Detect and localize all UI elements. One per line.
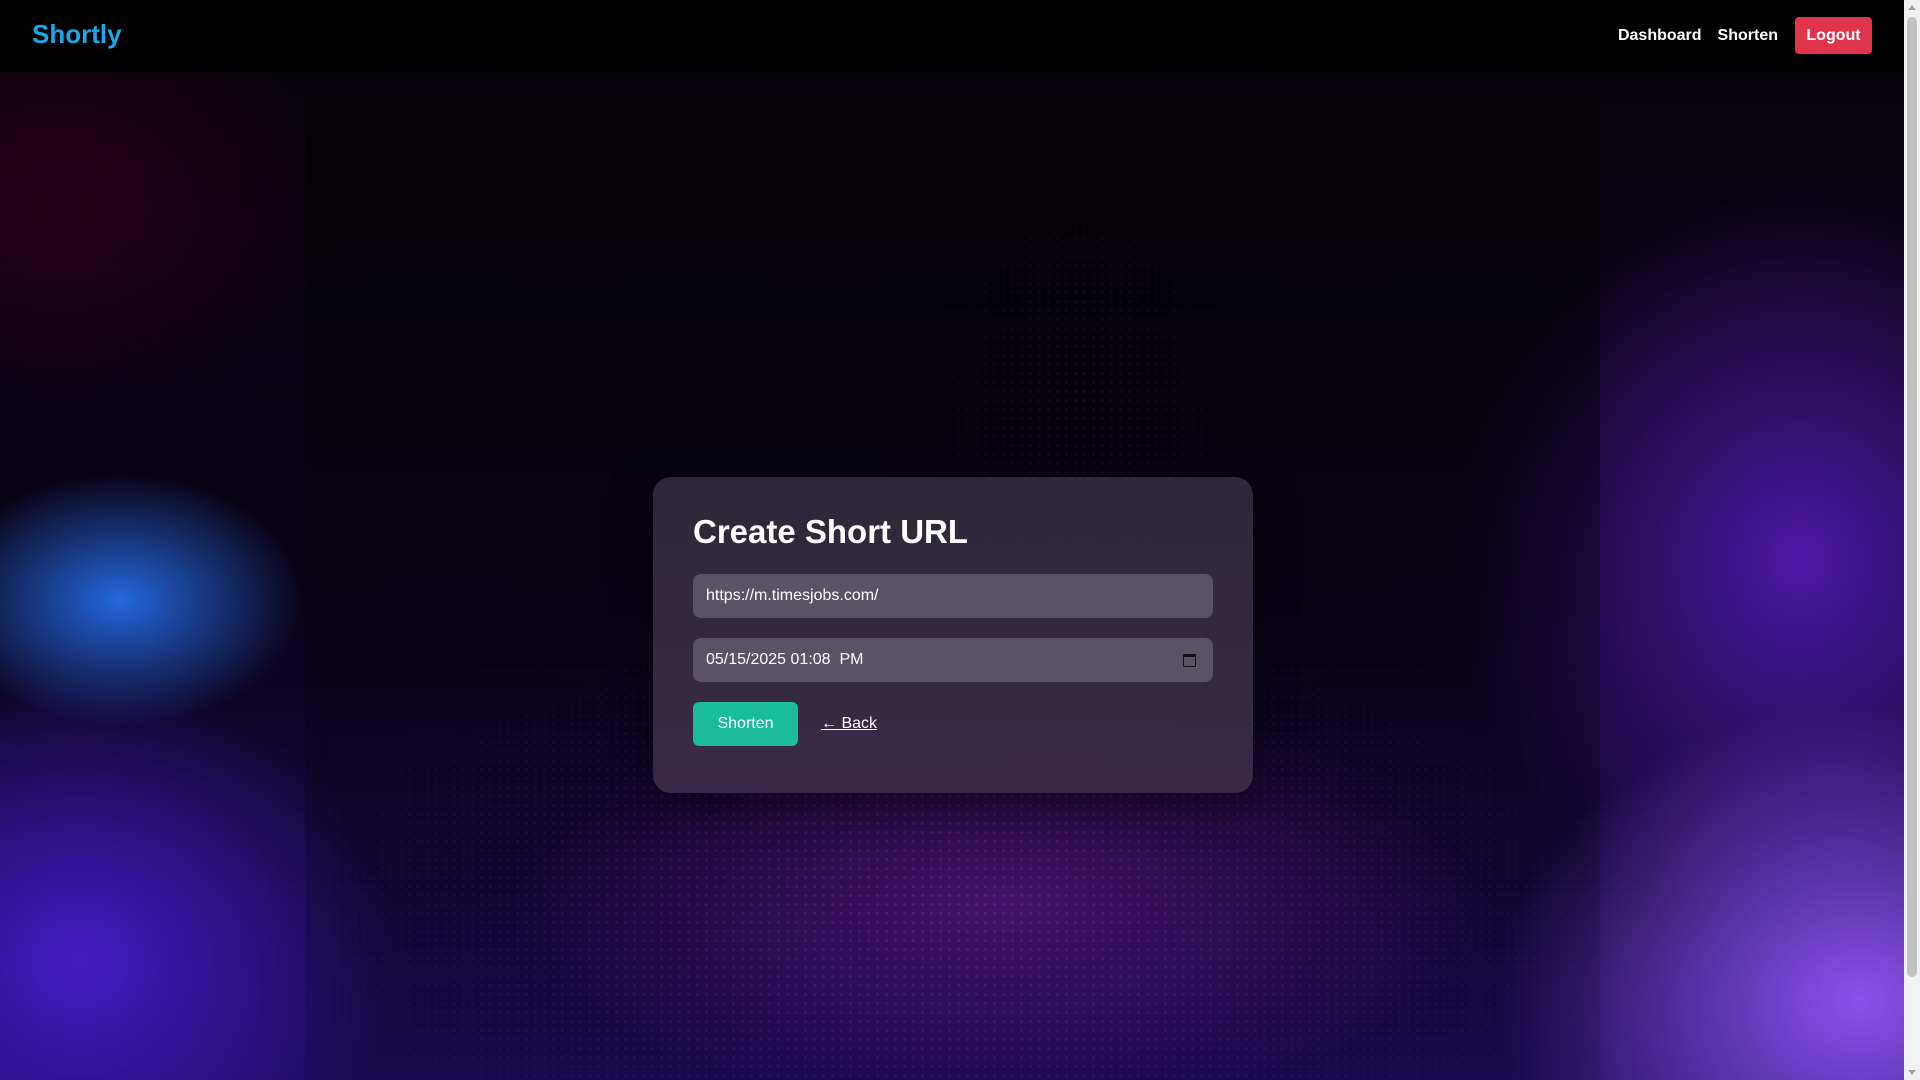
brand-logo[interactable]: Shortly xyxy=(32,19,122,50)
scrollbar-thumb[interactable] xyxy=(1907,17,1917,977)
form-actions: Shorten ← Back xyxy=(693,702,1213,746)
url-input[interactable] xyxy=(693,574,1213,618)
scroll-down-arrow-icon[interactable] xyxy=(1908,1070,1916,1075)
expiry-datetime-input[interactable]: 05/15/2025 01:08 PM xyxy=(693,638,1213,682)
vertical-scrollbar[interactable] xyxy=(1904,0,1920,1080)
page-background: Shortly Dashboard Shorten Logout Create … xyxy=(0,0,1904,1080)
expiry-datetime-value: 05/15/2025 01:08 PM xyxy=(706,651,864,668)
navbar: Shortly Dashboard Shorten Logout xyxy=(0,0,1904,72)
scroll-up-arrow-icon[interactable] xyxy=(1908,5,1916,10)
nav-links: Dashboard Shorten Logout xyxy=(1602,17,1872,54)
create-short-url-card: Create Short URL 05/15/2025 01:08 PM Sho… xyxy=(653,477,1253,793)
nav-link-dashboard[interactable]: Dashboard xyxy=(1618,27,1702,45)
logout-button[interactable]: Logout xyxy=(1795,17,1872,54)
nav-link-shorten[interactable]: Shorten xyxy=(1718,27,1778,45)
back-link[interactable]: ← Back xyxy=(821,715,877,733)
shorten-button[interactable]: Shorten xyxy=(693,702,798,746)
page-title: Create Short URL xyxy=(693,513,969,550)
calendar-icon[interactable] xyxy=(1183,653,1196,667)
